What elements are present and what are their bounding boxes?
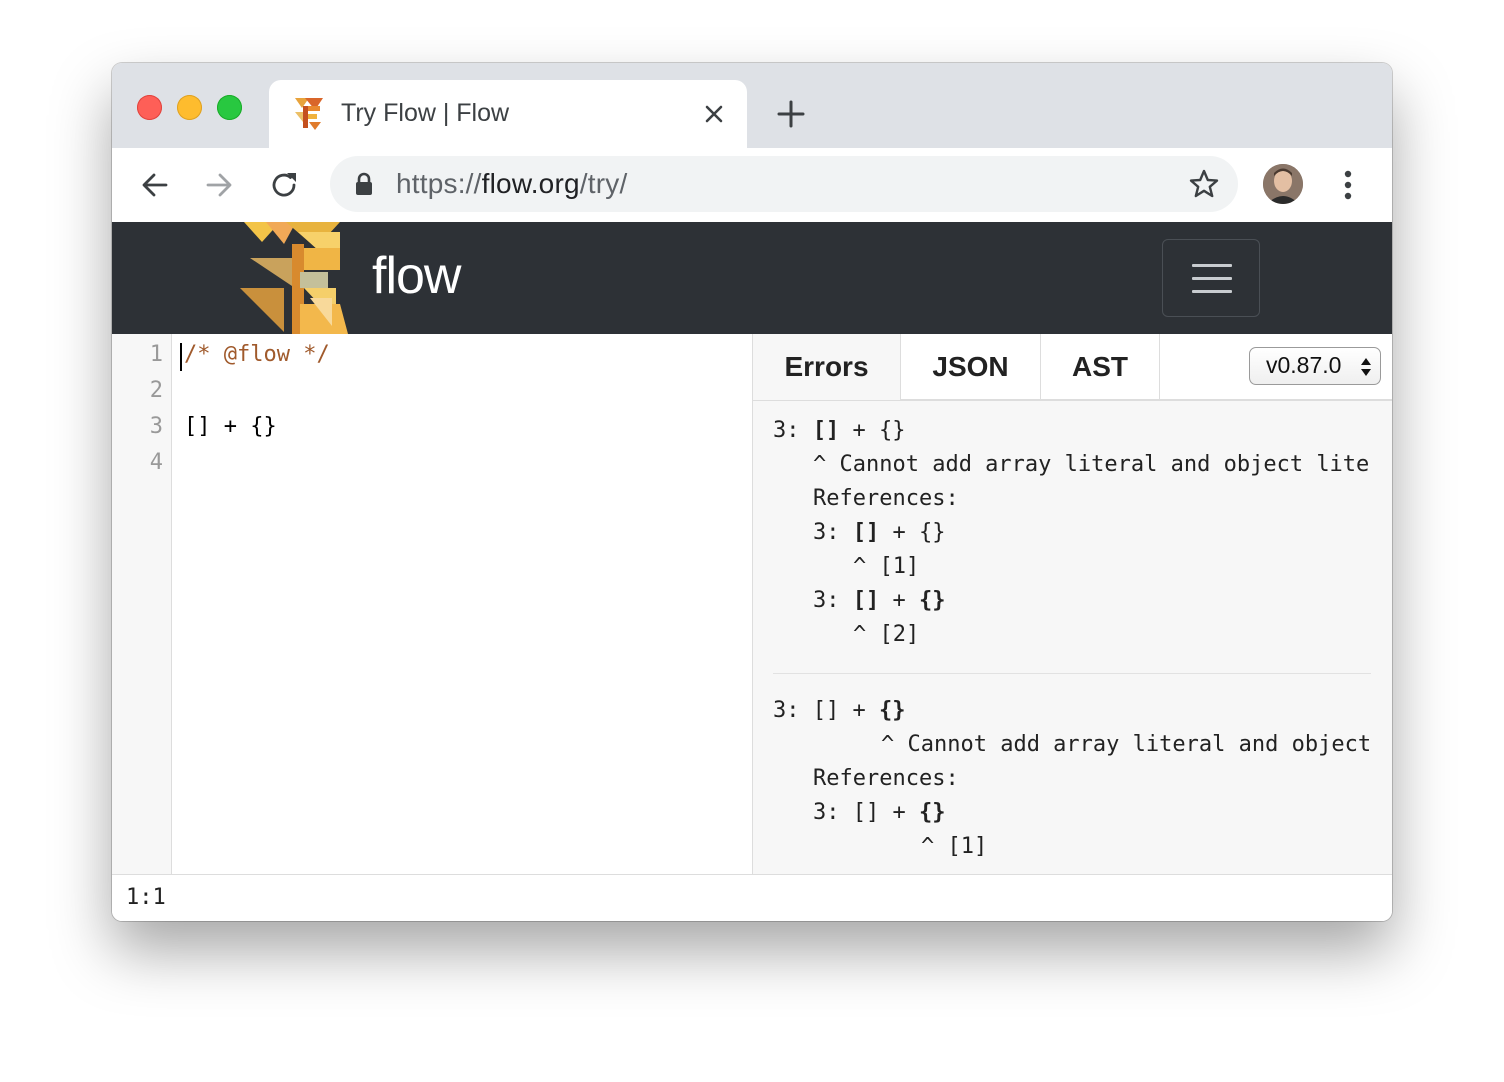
error-location: 3: [] + {} <box>773 698 906 723</box>
lock-icon <box>356 172 372 195</box>
forward-arrow-icon[interactable] <box>204 170 234 200</box>
brand-wordmark[interactable]: flow <box>372 246 461 306</box>
code-line[interactable]: [] + {} <box>184 409 277 445</box>
more-menu-icon[interactable] <box>1336 168 1360 202</box>
tab-json[interactable]: JSON <box>900 334 1040 400</box>
status-bar: 1:1 <box>112 874 1392 921</box>
tab-strip: Try Flow | Flow <box>112 63 1392 148</box>
code-line[interactable]: /* @flow */ <box>184 337 330 373</box>
tab-title: Try Flow | Flow <box>341 99 510 127</box>
line-number-gutter: 1 2 3 4 <box>112 334 172 874</box>
flow-logo-icon[interactable] <box>240 222 352 334</box>
select-arrows-icon <box>1361 358 1371 376</box>
url-path: /try/ <box>579 168 628 199</box>
reference-marker: ^ [1] <box>921 834 988 859</box>
reference-location: 3: [] + {} <box>813 588 946 613</box>
tab-errors[interactable]: Errors <box>753 334 900 400</box>
flow-favicon-icon <box>295 98 323 130</box>
reference-location: 3: [] + {} <box>813 800 946 825</box>
url-text[interactable]: https://flow.org/try/ <box>396 168 627 200</box>
bookmark-star-icon[interactable] <box>1188 168 1220 200</box>
browser-window: Try Flow | Flow https://flow.org/try/ fl… <box>112 63 1392 921</box>
minimize-window-button[interactable] <box>177 95 202 120</box>
close-window-button[interactable] <box>137 95 162 120</box>
error-location: 3: [] + {} <box>773 418 906 443</box>
user-avatar-icon <box>1263 164 1303 204</box>
error-message: ^ Cannot add array literal and object li… <box>813 452 1370 477</box>
reference-marker: ^ [1] <box>853 554 920 579</box>
cursor-position: 1:1 <box>126 885 166 910</box>
version-select[interactable]: v0.87.0 <box>1249 347 1381 385</box>
results-tabs: Errors JSON AST v0.87.0 <box>753 334 1392 401</box>
text-cursor <box>180 343 182 371</box>
browser-toolbar: https://flow.org/try/ <box>112 148 1392 223</box>
reference-marker: ^ [2] <box>853 622 920 647</box>
menu-bar <box>1192 264 1232 267</box>
version-value: v0.87.0 <box>1266 352 1342 378</box>
menu-bar <box>1192 290 1232 293</box>
back-arrow-icon[interactable] <box>140 170 170 200</box>
references-label: References: <box>813 486 959 511</box>
close-tab-icon[interactable] <box>702 102 726 126</box>
error-separator <box>773 673 1371 674</box>
line-number: 4 <box>149 450 163 475</box>
line-number: 3 <box>149 414 163 439</box>
menu-toggle-button[interactable] <box>1162 239 1260 317</box>
maximize-window-button[interactable] <box>217 95 242 120</box>
reference-location: 3: [] + {} <box>813 520 946 545</box>
url-host: flow.org <box>481 168 580 199</box>
reload-icon[interactable] <box>269 170 299 200</box>
references-label: References: <box>813 766 959 791</box>
profile-avatar[interactable] <box>1263 164 1303 204</box>
code-editor[interactable]: 1 2 3 4 /* @flow */ [] + {} <box>112 334 752 874</box>
line-number: 1 <box>149 342 163 367</box>
line-number: 2 <box>149 378 163 403</box>
results-panel: Errors JSON AST v0.87.0 3: [] + {} ^ Can… <box>752 334 1392 874</box>
site-navbar: flow <box>112 222 1392 334</box>
address-bar[interactable]: https://flow.org/try/ <box>330 156 1238 212</box>
new-tab-icon[interactable] <box>776 99 806 129</box>
tab-ast[interactable]: AST <box>1040 334 1160 400</box>
menu-bar <box>1192 277 1232 280</box>
error-message: ^ Cannot add array literal and object <box>881 732 1372 757</box>
browser-tab[interactable]: Try Flow | Flow <box>269 80 747 148</box>
url-scheme: https:// <box>396 168 482 199</box>
